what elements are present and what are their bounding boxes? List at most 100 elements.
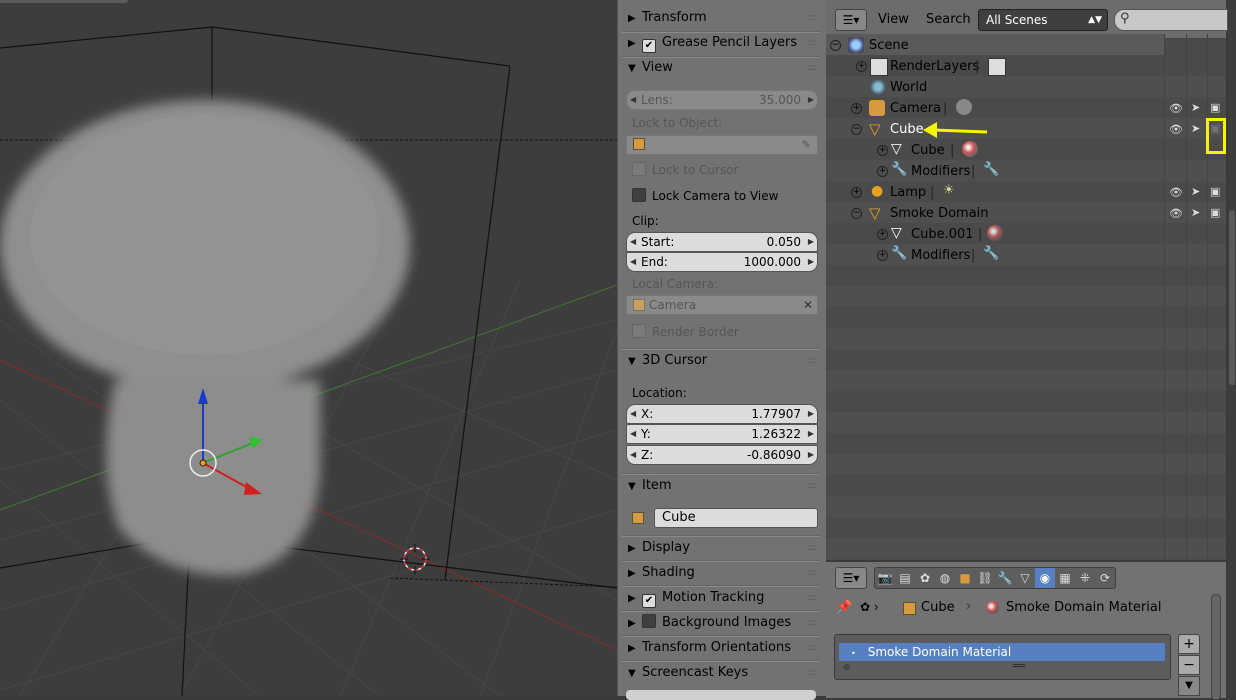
render-border-option[interactable]: Render Border — [632, 324, 739, 339]
object-tab-icon[interactable]: ■ — [955, 568, 975, 588]
material-slot-item[interactable]: • Smoke Domain Material — [839, 643, 1165, 661]
resize-handle-icon[interactable]: ══ — [1013, 661, 1025, 672]
search-input[interactable]: ⚲ — [1114, 9, 1228, 31]
data-tab-icon[interactable]: ▽ — [1015, 568, 1035, 588]
slot-menu-button[interactable]: ▼ — [1178, 676, 1200, 696]
render-camera-icon[interactable]: ▣ — [1210, 185, 1220, 198]
cursor-select-icon[interactable]: ➤ — [1191, 206, 1200, 219]
panel-transform[interactable]: ▶ Transform:::: — [622, 6, 820, 30]
panel-grease-pencil[interactable]: ▶ ✔ Grease Pencil Layers:::: — [622, 31, 820, 55]
camera-data-icon[interactable] — [956, 99, 972, 115]
clip-start-field[interactable]: ◀ Start: 0.050 ▶ — [626, 232, 818, 252]
search-menu[interactable]: Search — [926, 12, 971, 27]
tree-item-modifiers[interactable]: Modifiers — [911, 164, 970, 179]
editor-type-button[interactable]: ☰▾ — [835, 9, 867, 31]
cursor-z-field[interactable]: ◀ Z: -0.86090 ▶ — [626, 445, 818, 465]
tree-item-cube-mesh[interactable]: Cube — [911, 143, 945, 158]
cursor-select-icon[interactable]: ➤ — [1191, 101, 1200, 114]
lock-cursor-option[interactable]: Lock to Cursor — [632, 162, 738, 177]
scene-tab-icon[interactable]: ✿ — [915, 568, 935, 588]
panel-item[interactable]: ▼ Item:::: — [622, 474, 820, 498]
lock-object-field[interactable]: ✎ — [626, 135, 818, 155]
panel-view[interactable]: ▼ View:::: — [622, 56, 820, 80]
tree-item-lamp[interactable]: Lamp — [890, 185, 926, 200]
eye-icon[interactable]: 👁 — [1169, 123, 1183, 136]
renderlayers-tab-icon[interactable]: ▤ — [895, 568, 915, 588]
cursor-select-icon[interactable]: ➤ — [1191, 185, 1200, 198]
tree-item-renderlayers[interactable]: RenderLayers — [890, 59, 979, 74]
material-slot-list[interactable]: • Smoke Domain Material ══ ⊕ — [834, 634, 1171, 680]
screencast-field[interactable] — [626, 690, 816, 700]
constraints-tab-icon[interactable]: ⛓ — [975, 568, 995, 588]
expand-toggle[interactable]: + — [877, 166, 888, 177]
material-icon[interactable] — [962, 141, 978, 157]
modifiers-tab-icon[interactable]: 🔧 — [995, 568, 1015, 588]
3d-cursor-icon[interactable] — [400, 544, 430, 574]
outliner-scrollbar-track[interactable] — [1228, 0, 1236, 696]
expand-toggle[interactable]: + — [856, 61, 867, 72]
tree-item-smoke-domain[interactable]: Smoke Domain — [890, 206, 989, 221]
outliner-scrollbar-thumb[interactable] — [1229, 210, 1235, 385]
render-camera-icon[interactable]: ▣ — [1210, 206, 1220, 219]
physics-tab-icon[interactable]: ⟳ — [1095, 568, 1115, 588]
expand-toggle[interactable]: + — [877, 250, 888, 261]
viewport-scene[interactable] — [0, 0, 617, 696]
particles-tab-icon[interactable]: ⁜ — [1075, 568, 1095, 588]
expand-toggle[interactable]: + — [851, 187, 862, 198]
lamp-data-icon[interactable]: ☀ — [943, 183, 955, 198]
tree-item-cube-001[interactable]: Cube.001 — [911, 227, 974, 242]
tree-item-camera[interactable]: Camera — [890, 101, 941, 116]
cursor-select-icon[interactable]: ➤ — [1191, 122, 1200, 135]
collapse-toggle[interactable]: − — [830, 40, 841, 51]
local-camera-field[interactable]: Camera ✕ — [626, 295, 818, 315]
collapse-toggle[interactable]: − — [851, 208, 862, 219]
render-tab-icon[interactable]: 📷 — [875, 568, 895, 588]
editor-type-button[interactable]: ☰▾ — [835, 567, 867, 589]
panel-motion-tracking[interactable]: ▶ ✔ Motion Tracking:::: — [622, 586, 820, 610]
pin-icon[interactable]: 📌 — [836, 600, 852, 615]
cursor-x-field[interactable]: ◀ X: 1.77907 ▶ — [626, 404, 818, 424]
panel-background-images[interactable]: ▶ Background Images:::: — [622, 611, 820, 635]
world-tab-icon[interactable]: ◍ — [935, 568, 955, 588]
material-tab-icon[interactable]: ◉ — [1035, 568, 1055, 588]
material-icon[interactable] — [987, 225, 1003, 241]
motion-tracking-checkbox[interactable]: ✔ — [642, 594, 656, 608]
panel-shading[interactable]: ▶ Shading:::: — [622, 561, 820, 585]
lock-camera-option[interactable]: Lock Camera to View — [632, 188, 778, 203]
properties-editor[interactable]: ☰▾ 📷 ▤ ✿ ◍ ■ ⛓ 🔧 ▽ ◉ ▦ ⁜ ⟳ 📌 ✿ › Cube › … — [826, 560, 1226, 700]
collapse-toggle[interactable]: − — [851, 124, 862, 135]
tree-item-world[interactable]: World — [890, 80, 927, 95]
panel-transform-orientations[interactable]: ▶ Transform Orientations:::: — [622, 636, 820, 660]
properties-shelf[interactable]: ▶ Transform:::: ▶ ✔ Grease Pencil Layers:::… — [617, 0, 826, 700]
texture-tab-icon[interactable]: ▦ — [1055, 568, 1075, 588]
smoke-modifier-icon[interactable]: 🔧 — [983, 162, 999, 177]
tree-item-scene[interactable]: Scene — [869, 38, 909, 53]
render-camera-icon[interactable]: ▣ — [1210, 101, 1220, 114]
clip-end-field[interactable]: ◀ End: 1000.000 ▶ — [626, 252, 818, 272]
outliner-editor[interactable]: ☰▾ View Search All Scenes ▲▼ ⚲ − Scene + … — [826, 0, 1228, 560]
add-slot-button[interactable]: + — [1178, 634, 1200, 654]
scene-filter-select[interactable]: All Scenes ▲▼ — [978, 9, 1108, 31]
tree-item-cube[interactable]: Cube — [890, 122, 924, 137]
cursor-y-field[interactable]: ◀ Y: 1.26322 ▶ — [626, 424, 818, 444]
lens-field[interactable]: ◀ Lens: 35.000 ▶ — [626, 90, 818, 110]
panel-screencast-keys[interactable]: ▼ Screencast Keys:::: — [622, 661, 820, 685]
eye-icon[interactable]: 👁 — [1169, 102, 1183, 115]
background-images-checkbox[interactable] — [642, 614, 656, 628]
smoke-modifier-icon[interactable]: 🔧 — [983, 246, 999, 261]
3d-viewport[interactable] — [0, 0, 617, 696]
expand-toggle[interactable]: + — [877, 229, 888, 240]
expand-toggle[interactable]: + — [851, 103, 862, 114]
view-menu[interactable]: View — [878, 12, 909, 27]
grease-pencil-checkbox[interactable]: ✔ — [642, 39, 656, 53]
eyedropper-icon[interactable]: ✎ — [802, 136, 811, 154]
eye-icon[interactable]: 👁 — [1169, 186, 1183, 199]
renderlayer-icon[interactable] — [988, 58, 1006, 76]
eye-icon[interactable]: 👁 — [1169, 207, 1183, 220]
clear-icon[interactable]: ✕ — [803, 296, 813, 314]
panel-3d-cursor[interactable]: ▼ 3D Cursor:::: — [622, 349, 820, 373]
tree-item-modifiers-2[interactable]: Modifiers — [911, 248, 970, 263]
props-scrollbar[interactable] — [1211, 594, 1221, 700]
item-name-input[interactable]: Cube — [654, 508, 818, 528]
expand-toggle[interactable]: + — [877, 145, 888, 156]
